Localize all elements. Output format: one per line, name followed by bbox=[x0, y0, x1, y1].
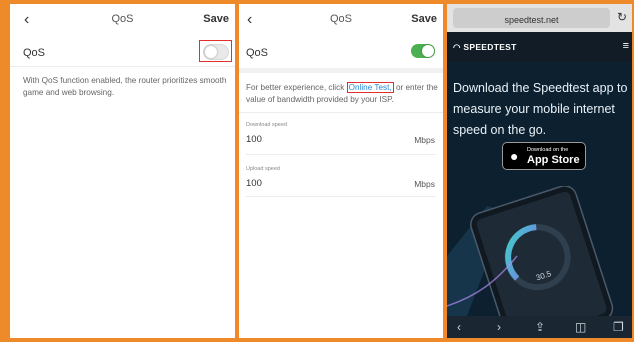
download-speed-label: Download speed bbox=[246, 122, 287, 128]
download-speed-input[interactable]: 100 bbox=[246, 134, 262, 145]
apple-icon: ● bbox=[510, 148, 519, 164]
toggle-knob bbox=[422, 45, 434, 57]
speedtest-logo[interactable]: ◠ SPEEDTEST bbox=[453, 42, 517, 53]
speedtest-header: ◠ SPEEDTEST ≡ bbox=[447, 32, 632, 62]
menu-icon[interactable]: ≡ bbox=[623, 40, 629, 52]
app-store-small-text: Download on the bbox=[527, 147, 569, 153]
share-icon[interactable]: ⇪ bbox=[535, 320, 545, 334]
divider bbox=[10, 66, 235, 67]
upload-speed-input[interactable]: 100 bbox=[246, 178, 262, 189]
hint-text: For better experience, click bbox=[246, 83, 347, 92]
phone-illustration: 30.5 bbox=[447, 186, 632, 316]
promo-headline: Download the Speedtest app to measure yo… bbox=[453, 81, 628, 137]
bookmarks-icon[interactable]: ◫ bbox=[575, 320, 586, 334]
browser-toolbar: ‹ › ⇪ ◫ ❐ bbox=[447, 316, 632, 338]
qos-toggle[interactable] bbox=[411, 44, 435, 58]
bandwidth-hint: For better experience, click Online Test… bbox=[246, 82, 438, 106]
speedtest-logo-text: SPEEDTEST bbox=[463, 42, 517, 52]
forward-icon[interactable]: › bbox=[497, 320, 501, 334]
qos-label: QoS bbox=[23, 47, 46, 59]
back-icon[interactable]: ‹ bbox=[457, 320, 461, 334]
nav-bar: ‹ QoS Save bbox=[239, 4, 443, 34]
divider bbox=[246, 154, 436, 155]
nav-bar: ‹ QoS Save bbox=[10, 4, 235, 34]
upload-speed-unit: Mbps bbox=[414, 179, 435, 189]
download-speed-unit: Mbps bbox=[414, 135, 435, 145]
page-title: QoS bbox=[111, 13, 134, 25]
app-store-text: App Store bbox=[527, 154, 580, 166]
app-store-button[interactable]: ● Download on the App Store bbox=[502, 142, 586, 170]
section-gap bbox=[239, 68, 443, 73]
qos-description: With QoS function enabled, the router pr… bbox=[23, 76, 227, 97]
highlight-box bbox=[199, 40, 232, 62]
upload-speed-label: Upload speed bbox=[246, 166, 280, 172]
online-test-link[interactable]: Online Test, bbox=[346, 82, 394, 93]
qos-label: QoS bbox=[246, 47, 269, 59]
save-button[interactable]: Save bbox=[411, 13, 437, 25]
save-button[interactable]: Save bbox=[203, 13, 229, 25]
browser-address-bar: speedtest.net ↻ bbox=[447, 4, 632, 32]
url-text: speedtest.net bbox=[504, 15, 559, 25]
url-field[interactable]: speedtest.net bbox=[453, 8, 610, 28]
tabs-icon[interactable]: ❐ bbox=[613, 320, 624, 334]
reload-icon[interactable]: ↻ bbox=[617, 10, 627, 24]
qos-screen-on: ‹ QoS Save QoS For better experience, cl… bbox=[239, 4, 443, 338]
speedtest-browser: speedtest.net ↻ ◠ SPEEDTEST ≡ Download t… bbox=[447, 4, 632, 338]
gauge-icon: ◠ bbox=[453, 42, 461, 52]
divider bbox=[246, 196, 436, 197]
qos-screen-off: ‹ QoS Save QoS With QoS function enabled… bbox=[10, 4, 235, 338]
divider bbox=[239, 112, 443, 113]
